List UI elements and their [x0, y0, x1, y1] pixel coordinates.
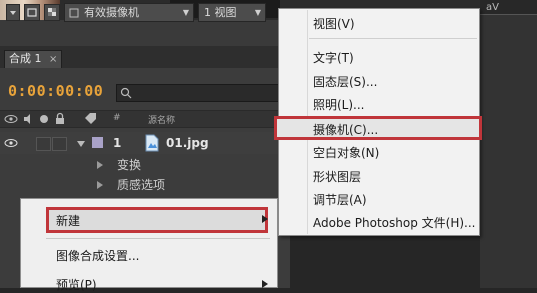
rectangle-icon [27, 8, 37, 17]
tab-composition-1[interactable]: 合成 1 × [4, 50, 62, 68]
transparency-grid-button[interactable] [44, 4, 60, 21]
view-layout-select[interactable]: 1 视图 ▼ [198, 3, 266, 22]
label-tag-icon [85, 113, 96, 124]
layer-search-input[interactable] [116, 84, 292, 102]
layer-name[interactable]: 01.jpg [166, 136, 209, 150]
menu-item-camera-label: 摄像机(C)... [313, 123, 379, 137]
eye-icon [4, 115, 18, 123]
menu-item-composition-settings[interactable]: 图像合成设置... [56, 247, 139, 264]
menu-item-preview[interactable]: 预览(P) [56, 276, 97, 293]
chevron-down-icon: ▼ [182, 8, 189, 17]
menu-item-text[interactable]: 文字(T) [313, 49, 354, 66]
lock-switch[interactable] [52, 137, 67, 151]
menu-item-shape-layer[interactable]: 形状图层 [313, 168, 361, 185]
menu-separator [309, 38, 477, 39]
eye-icon[interactable] [4, 137, 18, 149]
audio-icon [24, 114, 30, 124]
chevron-down-icon [10, 11, 16, 15]
toolbar-dropdown-button[interactable] [6, 4, 20, 21]
tab-label: 合成 1 [9, 52, 42, 65]
menu-item-viewer[interactable]: 视图(V) [313, 15, 355, 32]
menu-item-adjustment-layer[interactable]: 调节层(A) [313, 191, 367, 208]
camera-select-value: 有效摄像机 [84, 6, 139, 19]
close-icon[interactable]: × [49, 54, 57, 65]
menu-item-solid[interactable]: 固态层(S)... [313, 73, 377, 90]
solo-switch[interactable] [36, 137, 51, 151]
image-file-icon [145, 134, 159, 152]
right-side-panel [480, 0, 537, 288]
checkerboard-icon [48, 8, 56, 16]
camera-select[interactable]: 有效摄像机 ▼ [64, 3, 194, 22]
mask-toggle-button[interactable] [24, 4, 40, 21]
chevron-down-icon: ▼ [254, 8, 261, 17]
view-layout-value: 1 视图 [204, 6, 237, 19]
current-time-display[interactable]: 0:00:00:00 [8, 82, 103, 100]
search-icon [120, 87, 132, 99]
menu-item-null-object[interactable]: 空白对象(N) [313, 144, 379, 161]
expand-triangle-icon[interactable] [96, 180, 104, 190]
column-number: # [113, 113, 121, 123]
material-options-property[interactable]: 质感选项 [117, 176, 165, 193]
lock-icon [56, 112, 64, 124]
menu-separator [46, 238, 270, 239]
layer-number: 1 [113, 136, 122, 150]
submenu-arrow-icon [262, 280, 268, 288]
expand-triangle-icon[interactable] [76, 139, 86, 149]
column-source-name[interactable]: 源名称 [148, 113, 175, 126]
solo-icon [40, 115, 48, 123]
camera-view-icon [69, 8, 79, 18]
expand-triangle-icon[interactable] [96, 160, 104, 170]
transform-property[interactable]: 变换 [117, 156, 141, 173]
menu-item-light[interactable]: 照明(L)... [313, 96, 365, 113]
layer-label-color[interactable] [92, 137, 103, 148]
viewer-toolbar [0, 20, 290, 47]
submenu-arrow-icon [262, 215, 268, 223]
menu-item-new-label: 新建 [56, 214, 81, 228]
menu-item-photoshop-file[interactable]: Adobe Photoshop 文件(H)... [313, 214, 475, 231]
right-panel-label: aV [486, 2, 499, 13]
